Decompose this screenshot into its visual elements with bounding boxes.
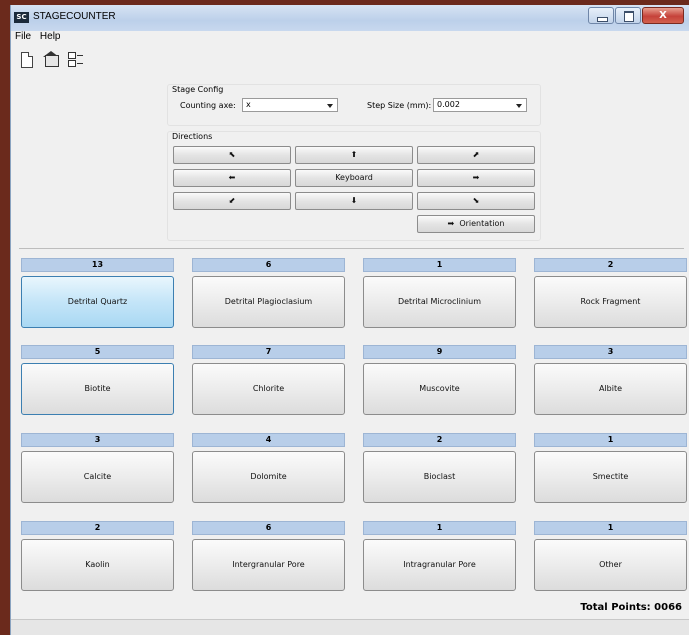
close-icon: X [659,10,667,21]
move-right-button[interactable]: ➡ [417,169,535,187]
count-kaolin: 2 [21,521,174,535]
count-chlorite: 7 [192,345,345,359]
mineral-button-intergranular-pore[interactable]: Intergranular Pore [192,539,345,591]
arrow-left-icon: ⬅ [228,173,236,182]
keyboard-label: Keyboard [335,173,373,182]
move-up-left-button[interactable]: ⬉ [173,146,291,164]
mineral-button-kaolin[interactable]: Kaolin [21,539,174,591]
mineral-button-muscovite[interactable]: Muscovite [363,363,516,415]
count-detrital-quartz: 13 [21,258,174,272]
toolbar [19,51,83,73]
count-detrital-plagioclasium: 6 [192,258,345,272]
menu-bar: File Help [11,31,689,45]
minimize-icon [597,17,608,22]
mineral-button-calcite[interactable]: Calcite [21,451,174,503]
directions-title: Directions [172,132,213,141]
arrow-up-icon: ⬆ [350,150,358,159]
total-points: Total Points: 0066 [580,602,682,613]
count-intergranular-pore: 6 [192,521,345,535]
mineral-button-chlorite[interactable]: Chlorite [192,363,345,415]
mineral-button-dolomite[interactable]: Dolomite [192,451,345,503]
window-title: STAGECOUNTER [33,11,116,22]
stage-config-title: Stage Config [172,85,224,94]
move-down-button[interactable]: ⬇ [295,192,413,210]
maximize-icon [624,11,634,22]
mineral-button-detrital-plagioclasium[interactable]: Detrital Plagioclasium [192,276,345,328]
menu-help[interactable]: Help [40,31,61,42]
count-muscovite: 9 [363,345,516,359]
mineral-button-albite[interactable]: Albite [534,363,687,415]
minimize-button[interactable] [588,7,614,24]
arrow-up-right-icon: ⬈ [472,150,480,159]
arrow-up-left-icon: ⬉ [228,150,236,159]
arrow-down-right-icon: ⬊ [472,196,480,205]
count-rock-fragment: 2 [534,258,687,272]
arrow-right-icon: ➡ [472,173,480,182]
title-bar[interactable]: SC STAGECOUNTER X [11,5,689,32]
maximize-button[interactable] [615,7,641,24]
move-down-right-button[interactable]: ⬊ [417,192,535,210]
stage-config-panel: Stage Config Counting axe: x Step Size (… [167,84,541,126]
arrow-down-left-icon: ⬋ [228,196,236,205]
count-other: 1 [534,521,687,535]
mineral-button-detrital-quartz[interactable]: Detrital Quartz [21,276,174,328]
counting-axis-label: Counting axe: [180,101,236,110]
move-up-right-button[interactable]: ⬈ [417,146,535,164]
close-button[interactable]: X [642,7,684,24]
step-size-select[interactable]: 0.002 [433,98,527,112]
menu-file[interactable]: File [15,31,31,42]
count-smectite: 1 [534,433,687,447]
window-controls: X [587,7,684,24]
mineral-button-rock-fragment[interactable]: Rock Fragment [534,276,687,328]
arrow-down-icon: ⬇ [350,196,358,205]
mineral-button-detrital-microclinium[interactable]: Detrital Microclinium [363,276,516,328]
checklist-icon[interactable] [67,51,83,69]
count-biotite: 5 [21,345,174,359]
mineral-button-intragranular-pore[interactable]: Intragranular Pore [363,539,516,591]
app-window: SC STAGECOUNTER X File Help Stage Config… [10,5,689,635]
mineral-button-smectite[interactable]: Smectite [534,451,687,503]
mineral-button-other[interactable]: Other [534,539,687,591]
count-calcite: 3 [21,433,174,447]
status-bar [11,619,689,635]
counting-axis-select[interactable]: x [242,98,338,112]
keyboard-button[interactable]: Keyboard [295,169,413,187]
new-document-icon[interactable] [19,51,35,69]
step-size-value: 0.002 [437,100,460,109]
count-bioclast: 2 [363,433,516,447]
app-icon: SC [14,12,29,23]
chevron-down-icon [327,104,333,108]
move-down-left-button[interactable]: ⬋ [173,192,291,210]
count-albite: 3 [534,345,687,359]
count-dolomite: 4 [192,433,345,447]
mineral-button-biotite[interactable]: Biotite [21,363,174,415]
move-left-button[interactable]: ⬅ [173,169,291,187]
count-intragranular-pore: 1 [363,521,516,535]
count-detrital-microclinium: 1 [363,258,516,272]
section-divider [19,248,684,249]
orientation-arrow-icon: ➡ [447,219,455,228]
step-size-label: Step Size (mm): [367,101,432,110]
orientation-label: Orientation [459,219,505,228]
orientation-button[interactable]: ➡ Orientation [417,215,535,233]
move-up-button[interactable]: ⬆ [295,146,413,164]
export-icon[interactable] [43,51,59,69]
chevron-down-icon [516,104,522,108]
counting-axis-value: x [246,100,251,109]
mineral-button-bioclast[interactable]: Bioclast [363,451,516,503]
